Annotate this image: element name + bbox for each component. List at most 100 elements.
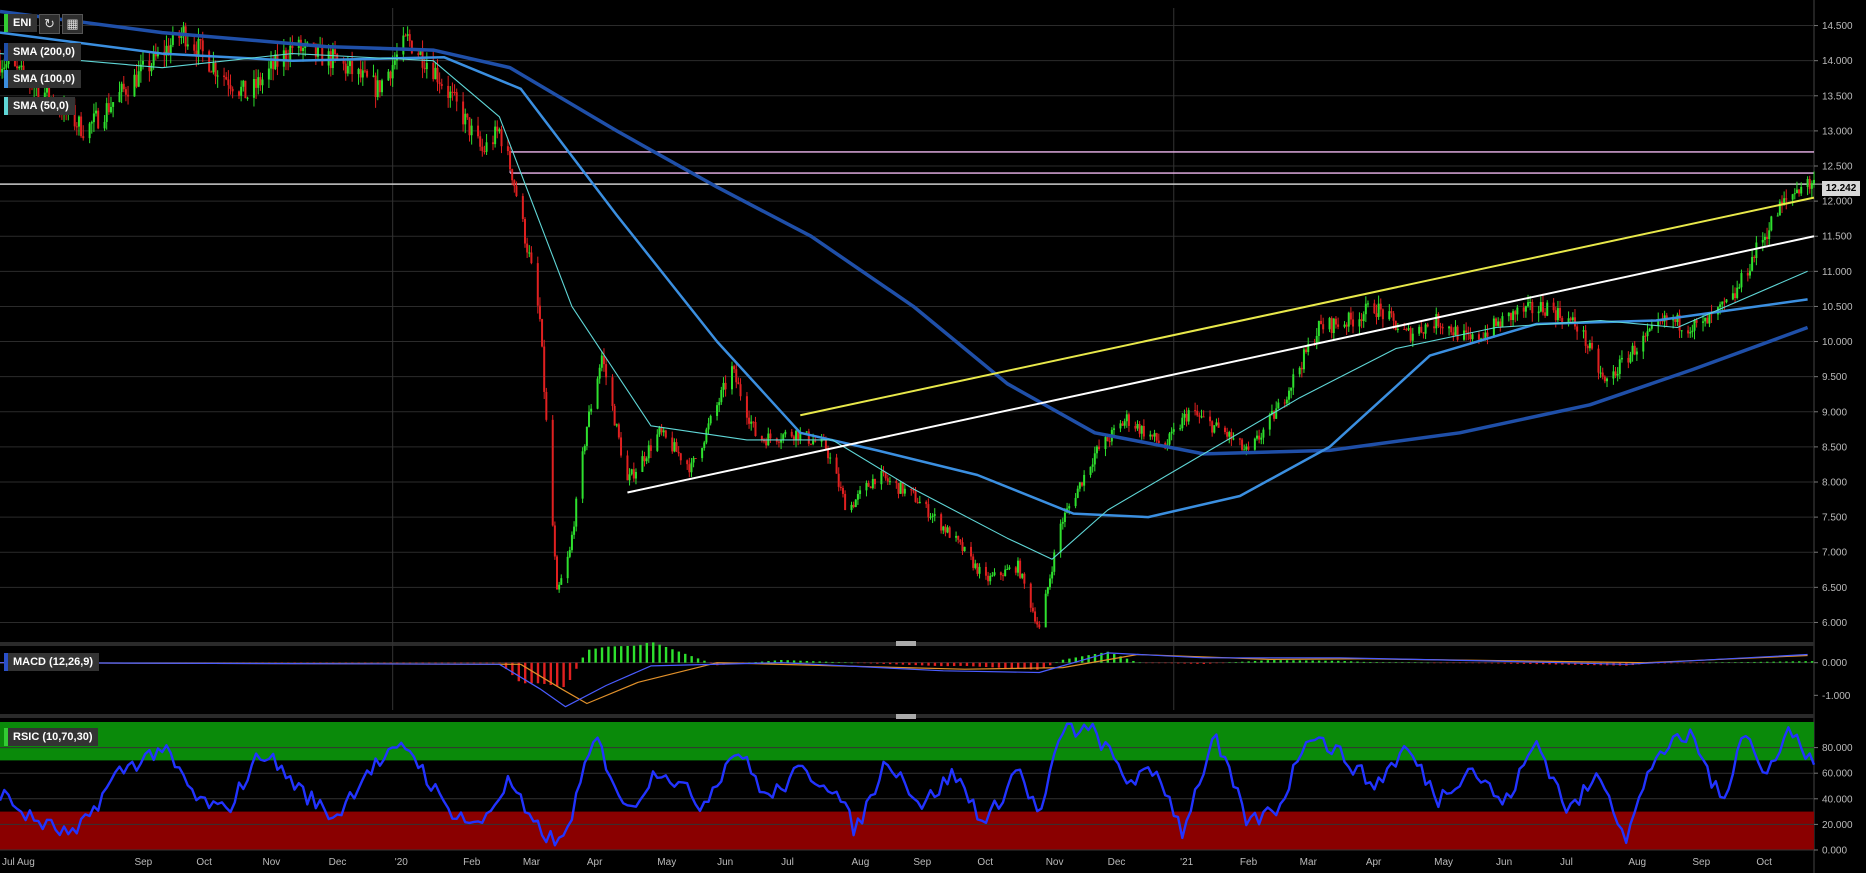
candle-body	[1469, 334, 1472, 340]
candle-body	[1761, 239, 1764, 243]
refresh-icon[interactable]: ↻	[39, 14, 60, 34]
candle-body	[613, 406, 616, 426]
candle-body	[152, 52, 155, 66]
candle-body	[1806, 179, 1809, 187]
candle-body	[590, 408, 593, 412]
macd-histogram-bar	[1375, 662, 1378, 663]
candle-body	[615, 424, 618, 426]
candle-body	[252, 79, 255, 98]
candle-body	[1569, 318, 1572, 321]
candle-body	[690, 462, 693, 473]
candle-body	[1614, 371, 1617, 376]
candle-body	[647, 445, 650, 459]
candle-body	[805, 431, 808, 433]
macd-histogram-bar	[363, 662, 367, 664]
candle-body	[282, 50, 285, 67]
overlay-tag-sma200[interactable]: SMA (200,0)	[4, 43, 81, 61]
candle-body	[1347, 312, 1350, 327]
macd-histogram-bar	[1714, 662, 1718, 664]
candle-body	[1268, 414, 1271, 430]
macd-histogram-bar	[639, 644, 642, 663]
candle-body	[0, 60, 1, 73]
candle-body	[1507, 312, 1510, 317]
macd-histogram-bar	[1682, 662, 1686, 664]
y-tick-label: 8.000	[1822, 478, 1847, 489]
candle-body	[1044, 593, 1047, 628]
overlay-tag-sma100[interactable]: SMA (100,0)	[4, 70, 81, 88]
macd-histogram-bar	[440, 662, 444, 664]
candle-body	[1322, 324, 1325, 330]
candle-body	[1571, 317, 1574, 321]
candle-body	[468, 117, 471, 136]
candle-body	[837, 473, 840, 487]
symbol-label: ENI	[13, 17, 32, 29]
candle-body	[521, 196, 524, 220]
macd-histogram-bar	[1317, 660, 1321, 663]
candle-body	[1187, 410, 1190, 422]
overlay-tag-sma50[interactable]: SMA (50,0)	[4, 97, 75, 115]
candle-body	[291, 45, 294, 48]
candle-body	[135, 74, 138, 87]
candle-body	[1541, 302, 1544, 313]
candle-body	[1420, 326, 1423, 333]
candle-body	[1021, 573, 1024, 578]
candle-body	[259, 77, 262, 86]
macd-panel-tag[interactable]: MACD (12,26,9)	[4, 653, 100, 671]
macd-histogram-bar	[760, 661, 764, 663]
candle-body	[993, 572, 996, 576]
candle-body	[901, 482, 904, 494]
candle-body	[1501, 316, 1504, 327]
candle-body	[75, 126, 78, 128]
candle-body	[1693, 320, 1696, 331]
candle-body	[782, 434, 785, 441]
rsi-panel-tag[interactable]: RSIC (10,70,30)	[4, 728, 99, 746]
candle-body	[1616, 373, 1619, 376]
candle-body	[912, 490, 915, 492]
candle-body	[1290, 387, 1293, 391]
candle-body	[274, 54, 277, 70]
macd-histogram-bar	[933, 662, 937, 666]
candle-body	[1381, 309, 1384, 320]
candle-body	[1556, 308, 1559, 321]
macd-histogram-bar	[1209, 662, 1212, 664]
candle-body	[1618, 359, 1621, 374]
candle-body	[481, 146, 484, 152]
macd-histogram-bar	[459, 662, 463, 664]
macd-histogram-bar	[453, 662, 456, 664]
candle-body	[1746, 273, 1749, 276]
macd-histogram-bar	[421, 662, 424, 664]
calendar-icon[interactable]: ▦	[62, 14, 83, 34]
candle-body	[1076, 488, 1079, 498]
candle-body	[1770, 216, 1773, 231]
y-tick-label: 13.000	[1822, 126, 1853, 137]
y-tick-label: 6.500	[1822, 583, 1847, 594]
candle-body	[854, 499, 857, 508]
macd-histogram-bar	[485, 662, 488, 664]
candle-body	[573, 526, 576, 535]
macd-histogram-bar	[600, 647, 604, 663]
candle-body	[197, 39, 200, 57]
candle-body	[692, 458, 695, 463]
candle-body	[1433, 326, 1436, 329]
candle-body	[807, 431, 810, 444]
rsi-oversold-zone	[0, 811, 1814, 850]
candle-body	[483, 151, 486, 153]
candle-body	[1181, 417, 1184, 429]
macd-histogram-bar	[1516, 662, 1519, 664]
candle-body	[212, 62, 215, 73]
candle-body	[261, 79, 264, 86]
macd-histogram-bar	[1810, 661, 1814, 663]
candle-body	[865, 483, 868, 491]
macd-histogram-bar	[914, 662, 917, 666]
x-tick-label: Jun	[717, 857, 733, 868]
candle-body	[852, 504, 855, 508]
chart-canvas[interactable]: 14.500 14.000 13.500 13.000 12.500 12.000 11.5…	[0, 0, 1866, 873]
macd-histogram-bar	[1241, 661, 1244, 663]
macd-histogram-bar	[427, 662, 431, 664]
candle-body	[1631, 345, 1634, 355]
symbol-tag[interactable]: ENI	[4, 14, 38, 32]
candle-body	[1648, 328, 1651, 332]
x-tick-label: Jul	[1560, 857, 1573, 868]
candle-body	[754, 421, 757, 437]
candle-body	[1123, 421, 1126, 426]
